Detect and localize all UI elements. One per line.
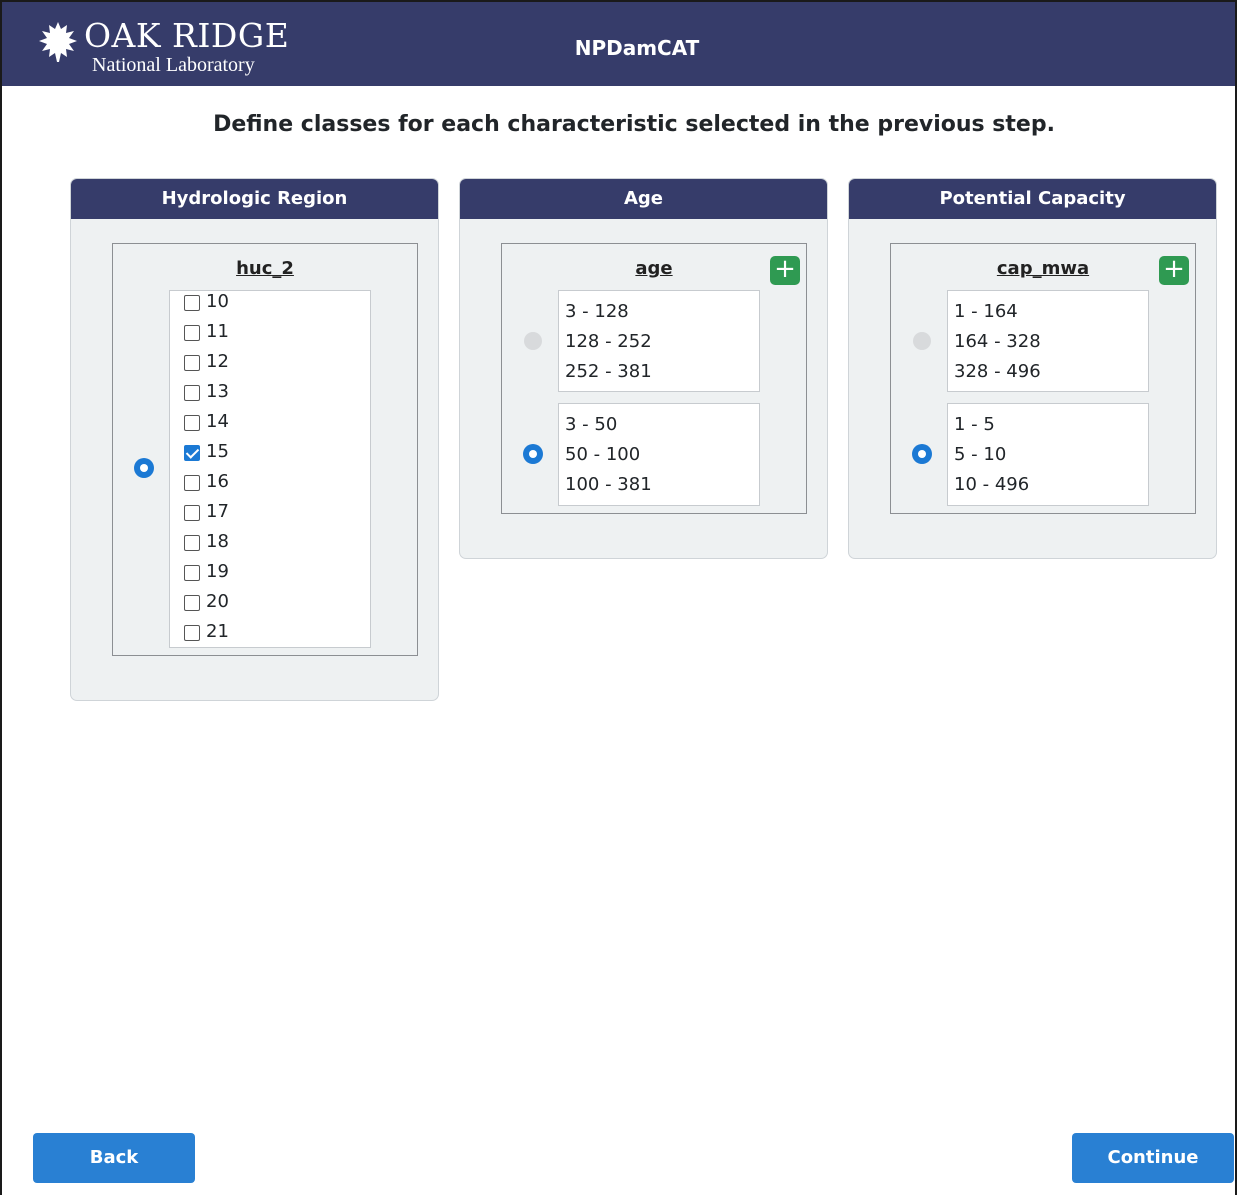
field-name: huc_2 (236, 258, 294, 279)
class-range: 3 - 128 (565, 301, 629, 322)
huc-label: 12 (206, 351, 229, 372)
checkbox-checked[interactable] (184, 445, 200, 461)
class-range: 1 - 5 (954, 414, 995, 435)
class-range: 100 - 381 (565, 474, 652, 495)
class-range: 3 - 50 (565, 414, 618, 435)
class-option-radio-selected[interactable] (523, 444, 543, 464)
class-range: 1 - 164 (954, 301, 1018, 322)
checkbox[interactable] (184, 535, 200, 551)
class-range: 164 - 328 (954, 331, 1041, 352)
class-option-box[interactable]: 1 - 5 5 - 10 10 - 496 (947, 403, 1149, 506)
field-box-huc2: huc_2 10 11 12 13 14 15 16 17 18 19 20 2… (112, 243, 418, 656)
huc-checkbox-list[interactable]: 10 11 12 13 14 15 16 17 18 19 20 21 (169, 290, 371, 648)
checkbox[interactable] (184, 625, 200, 641)
class-range: 10 - 496 (954, 474, 1030, 495)
huc-label: 17 (206, 501, 229, 522)
class-range: 128 - 252 (565, 331, 652, 352)
class-range: 252 - 381 (565, 361, 652, 382)
checkbox[interactable] (184, 325, 200, 341)
back-button[interactable]: Back (33, 1133, 195, 1183)
huc-label: 19 (206, 561, 229, 582)
checkbox[interactable] (184, 385, 200, 401)
class-option-box[interactable]: 3 - 50 50 - 100 100 - 381 (558, 403, 760, 506)
oak-leaf-icon (39, 22, 77, 62)
checkbox[interactable] (184, 415, 200, 431)
checkbox[interactable] (184, 505, 200, 521)
class-option-radio[interactable] (134, 458, 154, 478)
class-range: 50 - 100 (565, 444, 641, 465)
class-option-box[interactable]: 3 - 128 128 - 252 252 - 381 (558, 290, 760, 392)
app-title: NPDamCAT (574, 36, 700, 60)
huc-label: 18 (206, 531, 229, 552)
checkbox[interactable] (184, 595, 200, 611)
class-option-box[interactable]: 1 - 164 164 - 328 328 - 496 (947, 290, 1149, 392)
panel-title: Hydrologic Region (71, 179, 438, 219)
huc-label: 20 (206, 591, 229, 612)
huc-label: 16 (206, 471, 229, 492)
add-class-button[interactable]: + (1159, 256, 1189, 285)
field-name: cap_mwa (996, 258, 1090, 279)
panel-hydrologic-region: Hydrologic Region huc_2 10 11 12 13 14 1… (70, 178, 439, 701)
top-bar: OAK RIDGE National Laboratory NPDamCAT (2, 2, 1235, 86)
huc-label: 21 (206, 621, 229, 642)
page-heading: Define classes for each characteristic s… (213, 112, 1055, 137)
class-option-radio-selected[interactable] (912, 444, 932, 464)
field-box-cap-mwa: cap_mwa + 1 - 164 164 - 328 328 - 496 1 … (890, 243, 1196, 514)
panel-title: Potential Capacity (849, 179, 1216, 219)
class-option-radio[interactable] (524, 332, 542, 350)
class-range: 5 - 10 (954, 444, 1007, 465)
checkbox[interactable] (184, 295, 200, 311)
checkbox[interactable] (184, 475, 200, 491)
logo-subtitle: National Laboratory (92, 54, 255, 76)
field-box-age: age + 3 - 128 128 - 252 252 - 381 3 - 50… (501, 243, 807, 514)
checkbox[interactable] (184, 565, 200, 581)
huc-label: 11 (206, 321, 229, 342)
panel-potential-capacity: Potential Capacity cap_mwa + 1 - 164 164… (848, 178, 1217, 559)
logo-title: OAK RIDGE (84, 16, 290, 55)
class-option-radio[interactable] (913, 332, 931, 350)
huc-label: 10 (206, 291, 229, 312)
add-class-button[interactable]: + (770, 256, 800, 285)
checkbox[interactable] (184, 355, 200, 371)
panel-title: Age (460, 179, 827, 219)
huc-label: 14 (206, 411, 229, 432)
huc-label: 15 (206, 441, 229, 462)
panel-age: Age age + 3 - 128 128 - 252 252 - 381 3 … (459, 178, 828, 559)
huc-label: 13 (206, 381, 229, 402)
field-name: age (635, 258, 673, 279)
continue-button[interactable]: Continue (1072, 1133, 1234, 1183)
class-range: 328 - 496 (954, 361, 1041, 382)
